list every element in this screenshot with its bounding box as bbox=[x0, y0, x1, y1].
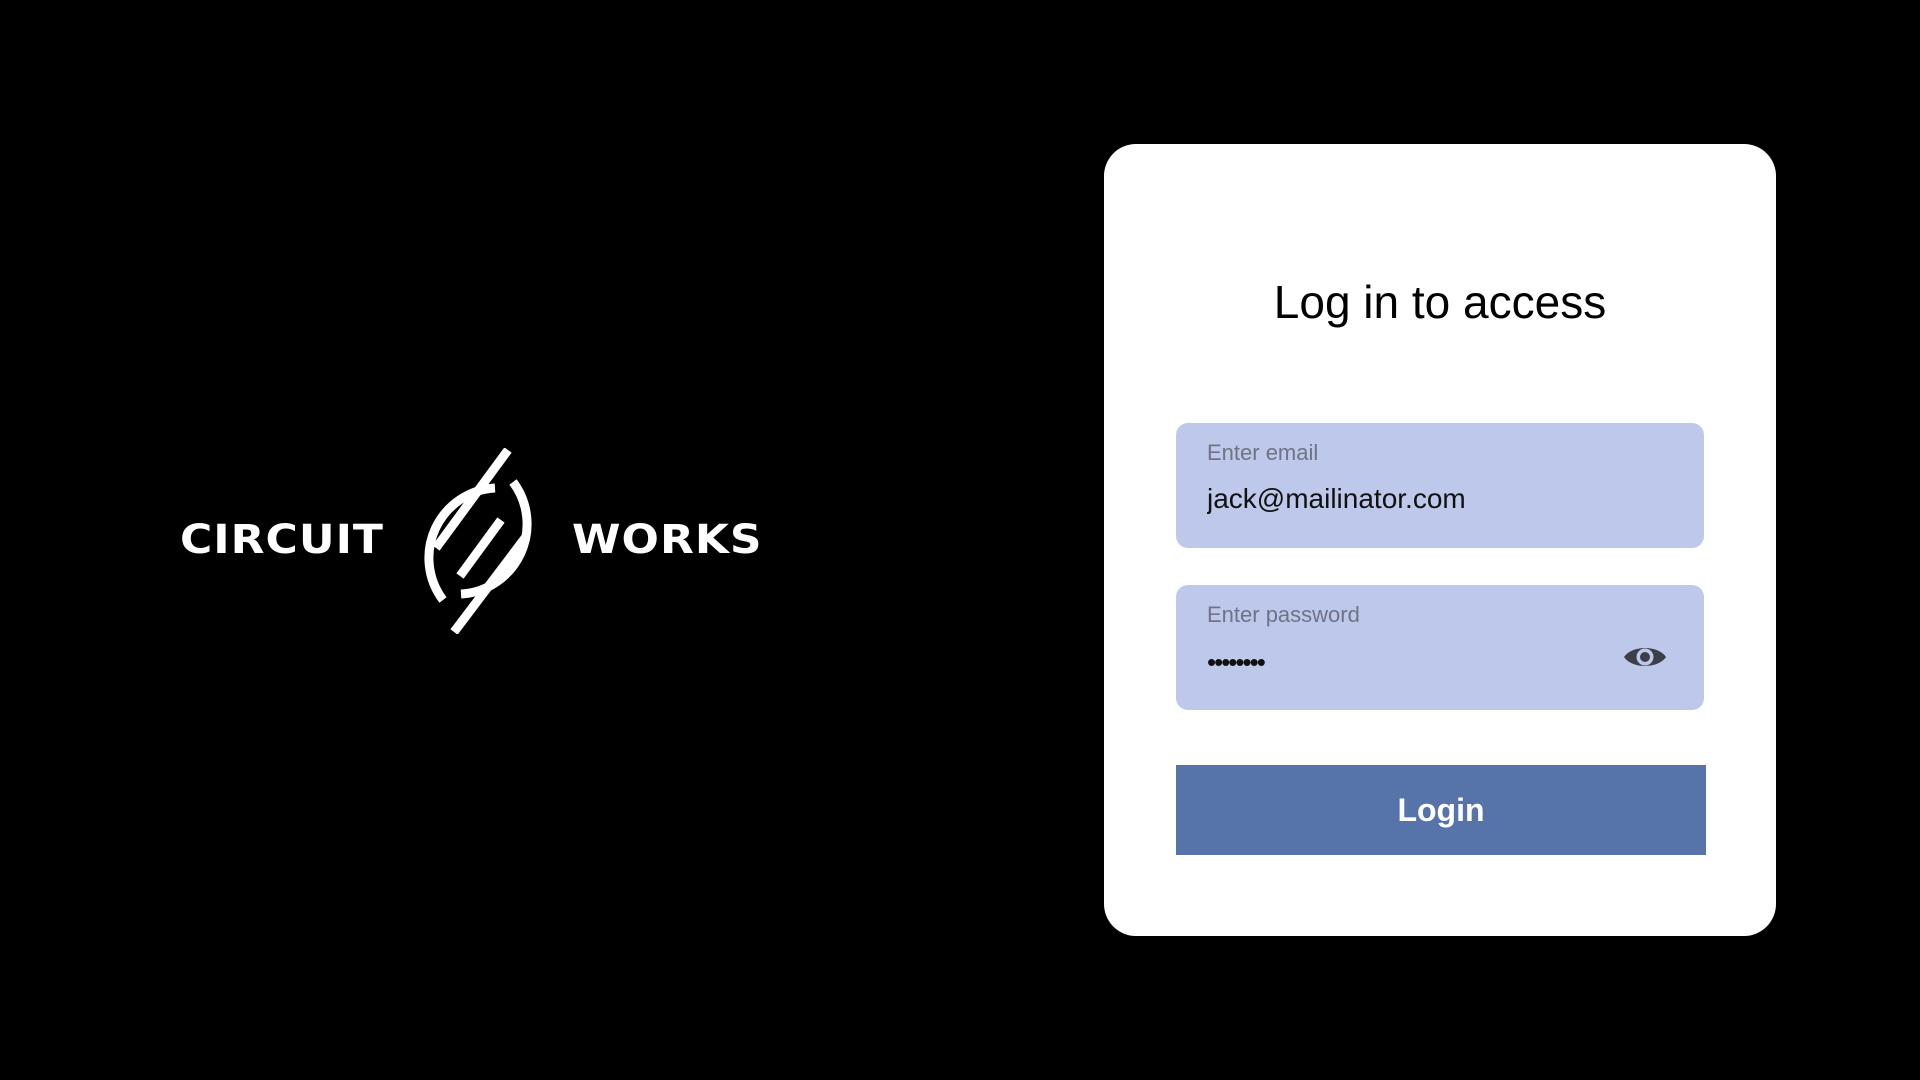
circuit-works-logo: CIRCUIT WORKS bbox=[180, 448, 780, 634]
logo-word-works: WORKS bbox=[572, 516, 763, 563]
password-field-label: Enter password bbox=[1207, 602, 1360, 627]
email-input[interactable] bbox=[1207, 479, 1647, 519]
password-input[interactable]: •••••••• bbox=[1207, 645, 1266, 679]
eye-icon[interactable] bbox=[1622, 641, 1668, 673]
login-card: Log in to access Enter email Enter passw… bbox=[1104, 144, 1776, 936]
circuit-works-emblem-icon bbox=[424, 448, 532, 634]
login-button[interactable]: Login bbox=[1176, 765, 1706, 855]
email-field[interactable]: Enter email bbox=[1176, 423, 1704, 548]
login-title: Log in to access bbox=[1273, 276, 1607, 328]
email-field-label: Enter email bbox=[1207, 440, 1319, 465]
logo-word-circuit: CIRCUIT bbox=[180, 516, 384, 563]
password-field[interactable]: Enter password •••••••• bbox=[1176, 585, 1704, 710]
login-screen: CIRCUIT WORKS Log in to access Enter ema… bbox=[0, 0, 1920, 1080]
